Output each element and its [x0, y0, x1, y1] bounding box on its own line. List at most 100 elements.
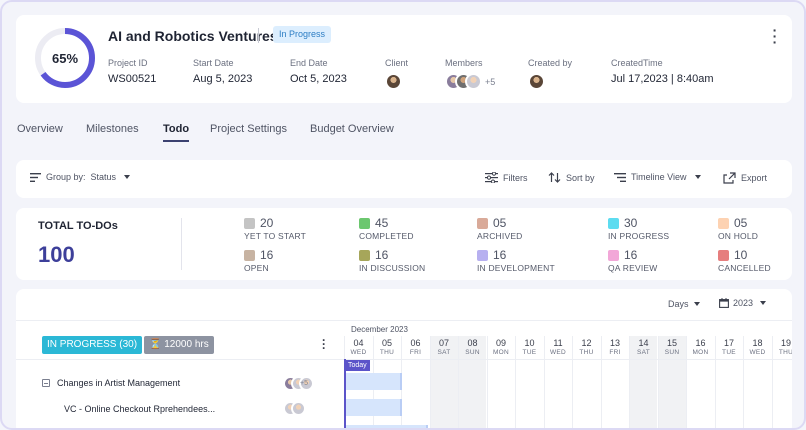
- today-label: Today: [345, 360, 370, 371]
- day-column: 16 MON: [686, 336, 714, 428]
- status-name: YET TO START: [244, 231, 307, 241]
- status-name: IN DISCUSSION: [359, 263, 426, 273]
- status-stat: 45 COMPLETED: [359, 216, 414, 241]
- day-number: 14: [638, 338, 649, 348]
- status-color-swatch: [359, 249, 370, 261]
- status-name: IN DEVELOPMENT: [477, 263, 555, 273]
- task-bar[interactable]: [346, 373, 402, 390]
- status-stat: 10 CANCELLED: [718, 248, 771, 273]
- tab-budget-overview[interactable]: Budget Overview: [310, 123, 394, 135]
- group-status-badge[interactable]: IN PROGRESS (30): [42, 336, 143, 354]
- days-select[interactable]: Days: [668, 299, 700, 309]
- group-hours-badge: ⏳ 12000 hrs: [144, 336, 214, 354]
- group-more-options-icon[interactable]: · · ·: [319, 334, 329, 354]
- status-count: 10: [734, 248, 748, 262]
- group-lines-icon: [30, 172, 41, 182]
- member-avatar: [465, 73, 482, 90]
- status-count: 16: [493, 248, 507, 262]
- day-column: 17 TUE: [714, 336, 743, 428]
- day-number: 13: [609, 338, 620, 348]
- tab-milestones[interactable]: Milestones: [86, 123, 139, 135]
- day-column: 18 WED: [743, 336, 771, 428]
- day-weekday: THU: [778, 349, 792, 356]
- status-count: 16: [624, 248, 638, 262]
- day-weekday: SUN: [465, 349, 480, 356]
- day-weekday: MON: [692, 349, 709, 356]
- timeline-lines-icon: [614, 172, 626, 182]
- total-todos-value: 100: [38, 242, 75, 267]
- status-count: 16: [375, 248, 389, 262]
- day-weekday: WED: [350, 349, 367, 356]
- app-frame: 65% AI and Robotics Ventures In Progress…: [0, 0, 806, 430]
- end-date-value: Oct 5, 2023: [290, 73, 347, 85]
- day-number: 16: [695, 338, 706, 348]
- project-id-value: WS00521: [108, 73, 157, 85]
- timeline-row-divider: [16, 359, 792, 360]
- client-avatar[interactable]: [385, 73, 402, 90]
- members-avatars[interactable]: +5: [445, 73, 495, 90]
- members-more-count: +5: [485, 76, 496, 87]
- day-column: 15 SUN: [657, 336, 686, 428]
- day-number: 06: [410, 338, 421, 348]
- day-column: 06 FRI: [401, 336, 429, 428]
- total-todos-label: TOTAL TO-DOs: [38, 220, 118, 232]
- day-column: 13 FRI: [600, 336, 629, 428]
- tab-todo[interactable]: Todo: [163, 123, 190, 142]
- task-bar[interactable]: [346, 399, 402, 416]
- day-column: 12 THU: [572, 336, 600, 428]
- created-by-field: Created by: [528, 58, 572, 90]
- status-name: ON HOLD: [718, 231, 759, 241]
- day-number: 05: [381, 338, 392, 348]
- day-number: 12: [581, 338, 592, 348]
- end-date-field: End Date Oct 5, 2023: [290, 58, 347, 85]
- day-number: 15: [666, 338, 677, 348]
- filters-button[interactable]: Filters: [485, 172, 528, 183]
- day-column: 14 SAT: [629, 336, 657, 428]
- sort-by-button[interactable]: Sort by: [548, 172, 595, 183]
- client-field: Client: [385, 58, 408, 90]
- day-weekday: THU: [579, 349, 594, 356]
- day-weekday: SAT: [636, 349, 651, 356]
- status-stat: 16 QA REVIEW: [608, 248, 658, 273]
- group-by-value: Status: [90, 172, 117, 182]
- task-name[interactable]: VC - Online Checkout Rprehendees...: [64, 404, 215, 414]
- task-bar[interactable]: [346, 425, 428, 428]
- timeline-view-select[interactable]: Timeline View: [614, 172, 701, 182]
- group-by-select[interactable]: Group by: Status: [30, 172, 131, 182]
- task-assignees[interactable]: +5: [283, 375, 314, 393]
- status-stat: 16 IN DEVELOPMENT: [477, 248, 555, 273]
- day-column: 07 SAT: [429, 336, 458, 428]
- status-count: 30: [624, 216, 638, 230]
- task-assignees[interactable]: [283, 400, 306, 418]
- day-weekday: WED: [549, 349, 567, 356]
- status-stat: 05 ON HOLD: [718, 216, 758, 241]
- status-stat: 16 IN DISCUSSION: [359, 248, 425, 273]
- tab-overview[interactable]: Overview: [17, 123, 63, 135]
- day-weekday: SAT: [437, 349, 451, 356]
- created-time-field: CreatedTime Jul 17,2023 | 8:40am: [611, 58, 714, 85]
- collapse-toggle-icon[interactable]: [42, 379, 50, 387]
- timeline-header-divider: [16, 320, 792, 321]
- status-color-swatch: [359, 217, 370, 229]
- summary-divider: [181, 218, 182, 270]
- sort-arrows-icon: [548, 172, 561, 183]
- assignee-avatar: [291, 426, 306, 428]
- day-number: 19: [780, 338, 791, 348]
- status-count: 05: [734, 216, 748, 230]
- status-stat: 16 OPEN: [244, 248, 273, 273]
- tab-project-settings[interactable]: Project Settings: [210, 123, 287, 135]
- timeline-panel: Days 2023 December 2023 04 WED 05 THU 06 FRI 0…: [16, 289, 792, 428]
- creator-avatar[interactable]: [528, 73, 545, 90]
- day-weekday: TUE: [722, 349, 736, 356]
- year-select[interactable]: 2023: [719, 298, 767, 308]
- export-button[interactable]: Export: [723, 172, 767, 184]
- day-number: 18: [752, 338, 763, 348]
- assignees-more-count: +5: [300, 380, 308, 388]
- more-options-icon[interactable]: · · ·: [768, 23, 782, 49]
- task-name[interactable]: Changes in Artist Management: [57, 378, 180, 388]
- status-name: ARCHIVED: [477, 231, 523, 241]
- status-name: OPEN: [244, 263, 269, 273]
- status-color-swatch: [608, 217, 619, 229]
- task-assignees[interactable]: [283, 425, 306, 428]
- status-count: 20: [260, 216, 274, 230]
